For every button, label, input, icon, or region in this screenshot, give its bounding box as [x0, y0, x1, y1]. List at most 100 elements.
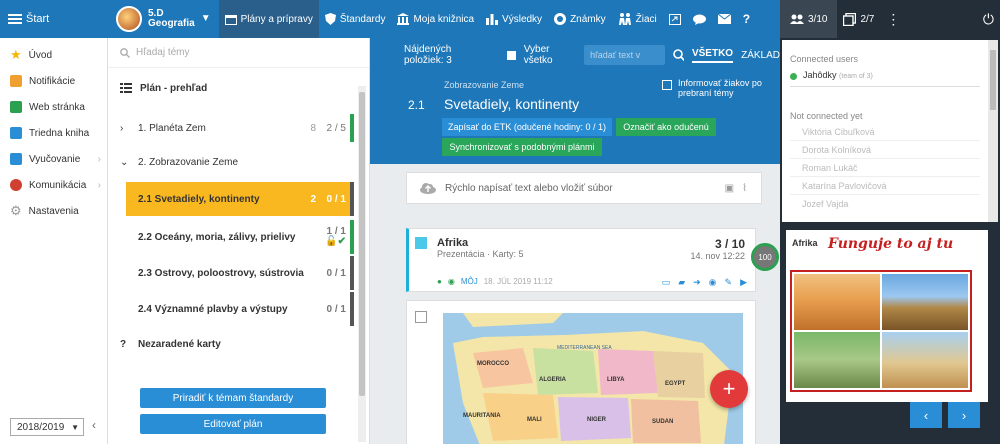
expand-chevron-icon: › [120, 122, 124, 134]
not-connected-user[interactable]: Katarína Pavlovičová [790, 177, 980, 195]
users-scrollbar-thumb[interactable] [990, 50, 996, 110]
not-connected-user[interactable]: Viktória Cibuľková [790, 123, 980, 141]
chat-button[interactable] [687, 0, 712, 38]
tab-grades[interactable]: Známky [548, 0, 612, 38]
collaboration-panel: Connected users Jahôdky (team of 3) Not … [780, 38, 1000, 444]
mark-taught-label: Označiť ako odučenú [623, 122, 709, 132]
giraffes-photo [882, 274, 968, 330]
tag-icon: ● [437, 277, 442, 286]
tab-library-label: Moja knižnica [413, 13, 475, 25]
shared-board[interactable]: Afrika Funguje to aj tu [786, 230, 988, 402]
class-selector[interactable]: 5.D Geografia ▼ [108, 6, 219, 32]
map-label: MOROCCO [477, 361, 509, 367]
quick-text-upload[interactable]: Rýchlo napísať text alebo vložiť súbor ▣… [406, 172, 762, 204]
people-icon [10, 179, 22, 191]
mark-taught-button[interactable]: Označiť ako odučenú [616, 118, 716, 136]
more-options-button[interactable]: ⋮ [880, 0, 906, 38]
write-etk-button[interactable]: Zapísať do ETK (odučené hodiny: 0 / 1) [442, 118, 612, 136]
select-all-checkbox[interactable] [507, 50, 516, 60]
topic-search[interactable]: Hľadaj témy [108, 38, 369, 68]
next-button[interactable]: › [948, 402, 980, 428]
topic-row-2[interactable]: ⌄ 2. Zobrazovanie Zeme [108, 148, 354, 176]
search-icon[interactable] [673, 49, 684, 61]
topic-label: 2. Zobrazovanie Zeme [138, 156, 239, 168]
assign-standards-button[interactable]: Priradiť k témam štandardy [140, 388, 326, 408]
not-connected-user[interactable]: Roman Lukáč [790, 159, 980, 177]
start-menu-label: Štart [26, 13, 50, 25]
sync-plans-button[interactable]: Synchronizovať s podobnými plánmi [442, 138, 602, 156]
plan-overview-header[interactable]: Plán - prehľad [108, 68, 369, 108]
connected-user-item[interactable]: Jahôdky (team of 3) [790, 70, 980, 87]
edit-icon[interactable]: ✎ [725, 277, 733, 288]
sidebar-item-website[interactable]: Web stránka [0, 94, 107, 120]
map-label: NIGER [587, 417, 607, 423]
sidebar-item-classbook[interactable]: Triedna kniha [0, 120, 107, 146]
sidebar-item-label: Komunikácia [29, 179, 87, 191]
users-icon [790, 14, 804, 24]
mail-button[interactable] [712, 0, 737, 38]
collapse-sidebar-button[interactable]: ‹ [92, 418, 96, 432]
windows-button[interactable]: 2/7 [837, 0, 880, 38]
plan-scrollbar-thumb[interactable] [359, 92, 365, 396]
filter-bar: Nájdených položiek: 3 Vyber všetko hľada… [370, 38, 780, 72]
topic-row-1[interactable]: › 1. Planéta Zem 8 2 / 5 [108, 114, 354, 142]
not-connected-heading: Not connected yet [790, 111, 863, 121]
tab-standards[interactable]: Štandardy [319, 0, 392, 38]
year-select[interactable]: 2018/2019 ▼ [10, 418, 84, 436]
paperclip-icon[interactable]: ⌇ [742, 183, 747, 194]
users-count: 3/10 [808, 13, 828, 25]
hamburger-icon [8, 14, 22, 24]
plus-icon: + [722, 376, 736, 401]
users-list: Connected users Jahôdky (team of 3) Not … [782, 40, 988, 222]
export-icon[interactable]: ➜ [693, 277, 701, 288]
topic-row-2-4[interactable]: 2.4 Významné plavby a výstupy 0 / 1 [126, 292, 354, 326]
card-map[interactable]: MOROCCO ALGERIA LIBYA EGYPT MALI NIGER S… [406, 300, 756, 444]
topic-row-2-3[interactable]: 2.3 Ostrovy, poloostrovy, sústrovia 0 / … [126, 256, 354, 290]
connected-users-button[interactable]: 3/10 [780, 0, 838, 38]
search-icon [120, 47, 130, 58]
card-actions: ▭ ▰ ➜ ◉ ✎ ▶ [662, 277, 747, 288]
previous-button[interactable]: ‹ [910, 402, 942, 428]
tab-plans[interactable]: Plány a prípravy [218, 0, 319, 38]
eye-icon[interactable]: ◉ [709, 277, 717, 288]
not-connected-user[interactable]: Jozef Vajda [790, 195, 980, 213]
start-menu-button[interactable]: Štart [0, 0, 108, 38]
plan-scrollbar[interactable] [358, 86, 366, 442]
card-checkbox[interactable] [415, 237, 427, 249]
filter-tab-basic[interactable]: ZÁKLAD [741, 50, 780, 61]
tab-students[interactable]: Žiaci [612, 0, 663, 38]
topic-row-2-1[interactable]: 2.1 Svetadiely, kontinenty 2 0 / 1 [126, 182, 354, 216]
topic-score: 0 / 1 [326, 303, 346, 315]
sidebar-item-notifications[interactable]: Notifikácie [0, 68, 107, 94]
sidebar-item-home[interactable]: ★ Úvod [0, 42, 107, 68]
topic-row-2-2[interactable]: 2.2 Oceány, moria, zálivy, prielivy 1 / … [126, 220, 354, 254]
sidebar-item-label: Vyučovanie [29, 153, 81, 165]
text-search-input[interactable]: hľadať text v [584, 45, 666, 65]
image-icon[interactable]: ▣ [725, 183, 734, 194]
folder-icon[interactable]: ▰ [678, 277, 685, 288]
filter-tab-all[interactable]: VŠETKO [691, 48, 734, 63]
sidebar-item-teaching[interactable]: Vyučovanie › [0, 146, 107, 172]
add-fab-button[interactable]: + [710, 370, 748, 408]
board-image-grid [790, 270, 972, 392]
tab-library[interactable]: Moja knižnica [391, 0, 480, 38]
users-scrollbar[interactable] [988, 40, 998, 222]
screen-share-button[interactable] [663, 0, 687, 38]
power-button[interactable]: ⏻ [977, 0, 1000, 38]
card-afrika[interactable]: Afrika Prezentácia · Karty: 5 3 / 10 14.… [406, 228, 779, 292]
uncategorized-cards-row[interactable]: ? Nezaradené karty [108, 330, 354, 358]
not-connected-user[interactable]: Dorota Kolníková [790, 141, 980, 159]
calendar-icon [224, 14, 237, 25]
write-etk-label: Zapísať do ETK (odučené hodiny: 0 / 1) [448, 122, 606, 132]
edit-plan-button[interactable]: Editovať plán [140, 414, 326, 434]
sidebar-item-settings[interactable]: ⚙ Nastavenia [0, 198, 107, 224]
topic-status-bar [350, 182, 354, 216]
card-map-checkbox[interactable] [415, 311, 427, 323]
tab-results[interactable]: Výsledky [480, 0, 548, 38]
inform-students-checkbox[interactable] [662, 80, 672, 90]
play-icon[interactable]: ▶ [740, 277, 747, 288]
help-button[interactable]: ? [737, 0, 756, 38]
topic-status-bar [350, 292, 354, 326]
sidebar-item-communication[interactable]: Komunikácia › [0, 172, 107, 198]
screen-icon[interactable]: ▭ [662, 277, 671, 288]
